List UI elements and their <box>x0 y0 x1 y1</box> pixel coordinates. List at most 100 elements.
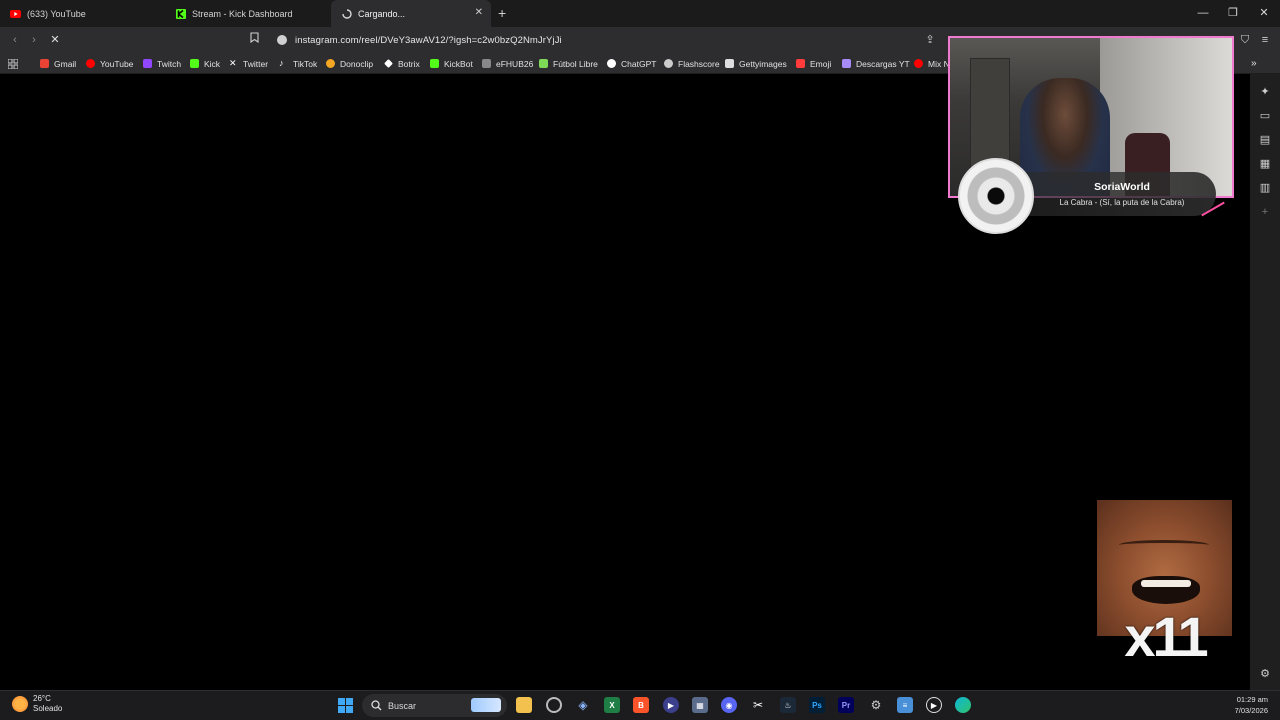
play-app-icon[interactable]: ▶ <box>926 697 942 713</box>
loading-spinner-icon <box>341 8 352 19</box>
calculator-icon[interactable]: ▦ <box>692 697 708 713</box>
bookmark-label: Twitter <box>243 58 269 69</box>
search-icon <box>371 700 382 711</box>
settings-gear-icon[interactable]: ⚙ <box>1259 668 1271 680</box>
tab-kick-dashboard[interactable]: Stream - Kick Dashboard <box>165 0 330 27</box>
photoshop-icon[interactable]: Ps <box>809 697 825 713</box>
efhub-icon <box>482 59 491 68</box>
bookmark-tiktok[interactable]: ♪ TikTok <box>279 57 317 70</box>
youtube-icon <box>914 59 923 68</box>
tab-title: Cargando... <box>358 8 406 19</box>
bookmark-label: Fútbol Libre <box>553 58 598 69</box>
taskbar-search[interactable]: Buscar <box>362 694 507 717</box>
bookmark-efhub[interactable]: eFHUB26 <box>482 57 533 70</box>
vinyl-record-icon <box>958 158 1034 234</box>
webcam-door <box>970 58 1010 168</box>
add-panel-icon[interactable]: + <box>1259 206 1271 218</box>
bookmark-label: eFHUB26 <box>496 58 534 69</box>
bookmark-donoclip[interactable]: Donoclip <box>326 57 373 70</box>
media-player-icon[interactable]: ▶ <box>663 697 679 713</box>
minimize-icon[interactable]: — <box>1195 5 1211 21</box>
sunny-weather-icon <box>12 696 28 712</box>
menu-icon[interactable]: ≡ <box>1258 32 1272 48</box>
kickbot-icon <box>430 59 439 68</box>
site-info-icon[interactable] <box>277 35 287 45</box>
bookmark-label: Mix N <box>928 58 950 69</box>
bookmark-label: KickBot <box>444 58 473 69</box>
bookmark-kick[interactable]: Kick <box>190 57 220 70</box>
bookmark-gettyimages[interactable]: Gettyimages <box>725 57 787 70</box>
chrome-icon[interactable] <box>546 697 562 713</box>
bookmark-label: Gettyimages <box>739 58 787 69</box>
apps-grid-icon[interactable] <box>8 57 18 70</box>
brave-shields-icon[interactable]: ⛉ <box>1238 32 1252 48</box>
tab-youtube[interactable]: (633) YouTube <box>0 0 165 27</box>
bookmark-gmail[interactable]: Gmail <box>40 57 76 70</box>
kick-icon <box>175 8 186 19</box>
forward-icon[interactable]: › <box>27 32 41 48</box>
side-panel: ✦ ▭ ▤ ▦ ▥ + ⚙ <box>1250 74 1280 690</box>
capcut-icon[interactable]: ✂ <box>750 697 766 713</box>
bookmark-page-icon[interactable] <box>247 32 261 48</box>
stop-loading-icon[interactable]: ✕ <box>48 32 62 48</box>
notepad-icon[interactable]: ≡ <box>897 697 913 713</box>
bookmark-label: Twitch <box>157 58 182 69</box>
bookmarks-panel-icon[interactable]: ▦ <box>1259 158 1271 170</box>
tab-instagram-loading[interactable]: Cargando... ✕ <box>331 0 491 27</box>
bookmark-label: ChatGPT <box>621 58 657 69</box>
reading-list-icon[interactable]: ▤ <box>1259 134 1271 146</box>
getty-icon <box>725 59 734 68</box>
bookmark-descargas-yt[interactable]: Descargas YT <box>842 57 910 70</box>
bookmark-chatgpt[interactable]: ChatGPT <box>607 57 656 70</box>
weather-temperature: 26°C <box>33 694 51 703</box>
descargas-icon <box>842 59 851 68</box>
donoclip-icon <box>326 59 335 68</box>
tab-title: (633) YouTube <box>27 8 86 19</box>
youtube-icon <box>86 59 95 68</box>
premiere-icon[interactable]: Pr <box>838 697 854 713</box>
bookmark-twitter[interactable]: ✕ Twitter <box>229 57 268 70</box>
more-bookmarks-icon[interactable]: » <box>1251 57 1257 70</box>
back-icon[interactable]: ‹ <box>8 32 22 48</box>
app-diamond-icon[interactable]: ◈ <box>575 697 591 713</box>
discord-icon[interactable]: ◉ <box>721 697 737 713</box>
windows-start-icon[interactable] <box>337 697 353 713</box>
restore-icon[interactable]: ❐ <box>1225 5 1241 21</box>
bookmark-flashscore[interactable]: Flashscore <box>664 57 720 70</box>
taskbar-clock[interactable]: 01:29 am 7/03/2026 <box>1235 694 1268 716</box>
windows-taskbar: 26°C Soleado Buscar ◈ X B ▶ ▦ ◉ ✂ ♨ Ps P… <box>0 690 1280 720</box>
steam-icon[interactable]: ♨ <box>780 697 796 713</box>
bookmark-emoji[interactable]: Emoji <box>796 57 831 70</box>
chatgpt-icon <box>607 59 616 68</box>
excel-icon[interactable]: X <box>604 697 620 713</box>
tab-strip: (633) YouTube Stream - Kick Dashboard Ca… <box>0 0 1280 27</box>
close-window-icon[interactable]: ✕ <box>1256 5 1272 21</box>
bookmark-label: TikTok <box>293 58 318 69</box>
history-icon[interactable]: ▥ <box>1259 182 1271 194</box>
close-tab-icon[interactable]: ✕ <box>475 7 483 19</box>
leo-ai-icon[interactable]: ✦ <box>1259 86 1271 98</box>
edge-icon[interactable] <box>955 697 971 713</box>
twitch-icon <box>143 59 152 68</box>
bookmark-kickbot[interactable]: KickBot <box>430 57 473 70</box>
flashscore-icon <box>664 59 673 68</box>
weather-widget[interactable]: 26°C Soleado <box>12 694 62 714</box>
youtube-icon <box>10 8 21 19</box>
bookmark-futbol-libre[interactable]: Fútbol Libre <box>539 57 598 70</box>
bookmark-mix[interactable]: Mix N <box>914 57 950 70</box>
search-highlight-icon <box>471 698 501 712</box>
bookmark-botrix[interactable]: Botrix <box>384 57 420 70</box>
file-explorer-icon[interactable] <box>516 697 532 713</box>
bookmark-youtube[interactable]: YouTube <box>86 57 133 70</box>
share-icon[interactable]: ⇪ <box>923 32 937 48</box>
settings-app-icon[interactable]: ⚙ <box>868 697 884 713</box>
address-url: instagram.com/reel/DVeY3awAV12/?igsh=c2w… <box>295 34 562 46</box>
search-placeholder: Buscar <box>388 700 417 711</box>
address-bar[interactable]: instagram.com/reel/DVeY3awAV12/?igsh=c2w… <box>271 29 941 51</box>
bookmark-twitch[interactable]: Twitch <box>143 57 181 70</box>
wallet-icon[interactable]: ▭ <box>1259 110 1271 122</box>
futbol-icon <box>539 59 548 68</box>
brave-icon[interactable]: B <box>633 697 649 713</box>
new-tab-icon[interactable]: + <box>498 5 506 21</box>
meme-multiplier: x11 <box>1124 605 1208 668</box>
